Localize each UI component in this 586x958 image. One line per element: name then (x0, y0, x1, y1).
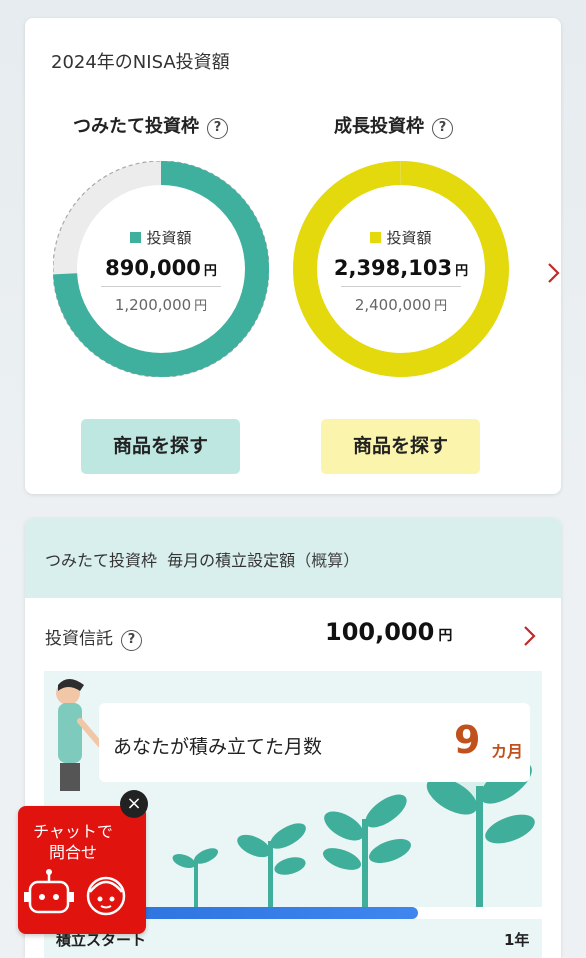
tsumitate-limit: 1,200,000 円 (53, 295, 269, 314)
chat-line2: 問合せ (48, 843, 97, 862)
chat-support-widget[interactable]: チャットで 問合せ (18, 806, 146, 934)
fund-amount-unit: 円 (438, 628, 453, 644)
robot-icon (24, 869, 74, 914)
growth-donut-center: 投資額 2,398,103 円 2,400,000 円 (293, 161, 509, 377)
question-circle-icon[interactable]: ? (432, 118, 453, 139)
sprout-small (172, 848, 219, 907)
investment-trust-label: 投資信託? (45, 624, 142, 651)
legend-swatch (130, 232, 142, 243)
nisa-summary-title: 2024年のNISA投資額 (51, 52, 230, 73)
progress-end-label: 1年 (504, 931, 530, 949)
tsumitate-donut-chart: 投資額 890,000 円 1,200,000 円 (53, 161, 269, 377)
months-unit: カ月 (491, 742, 524, 761)
tsumitate-limit-unit: 円 (194, 299, 208, 314)
person-illustration (56, 679, 107, 791)
sprout-medium (237, 823, 306, 907)
donut-divider (101, 286, 221, 287)
operator-icon (86, 876, 126, 916)
tsumitate-amount-value: 890,000 (105, 256, 201, 280)
tsumitate-find-products-button[interactable]: 商品を探す (81, 419, 240, 474)
question-circle-icon[interactable]: ? (121, 630, 142, 651)
growth-legend: 投資額 (293, 227, 509, 248)
growth-legend-label: 投資額 (386, 229, 432, 247)
months-accumulated-box: あなたが積み立てた月数 9 カ月 (99, 703, 530, 782)
tsumitate-legend-label: 投資額 (146, 229, 192, 247)
close-icon[interactable]: × (120, 790, 148, 818)
fund-label-text: 投資信託 (45, 629, 113, 649)
growth-limit: 2,400,000 円 (293, 295, 509, 314)
monthly-title-suffix: （概算） (295, 551, 360, 570)
growth-amount-unit: 円 (455, 264, 469, 279)
sprout-large (322, 794, 411, 907)
tsumitate-limit-value: 1,200,000 (114, 296, 192, 314)
growth-limit-value: 2,400,000 (354, 296, 432, 314)
fund-amount-value: 100,000 (325, 618, 435, 646)
growth-gauge-title: 成長投資枠? (334, 112, 453, 139)
growth-donut-chart: 投資額 2,398,103 円 2,400,000 円 (293, 161, 509, 377)
growth-find-products-button[interactable]: 商品を探す (321, 419, 480, 474)
growth-amount-value: 2,398,103 (333, 256, 453, 280)
question-circle-icon[interactable]: ? (207, 118, 228, 139)
growth-title-text: 成長投資枠 (334, 116, 424, 137)
monthly-card-header: つみたて投資枠 毎月の積立設定額（概算） (25, 518, 561, 598)
legend-swatch (370, 232, 382, 243)
tsumitate-legend: 投資額 (53, 227, 269, 248)
chevron-right-icon[interactable] (522, 624, 538, 648)
tsumitate-amount-unit: 円 (203, 264, 217, 279)
monthly-card-title: つみたて投資枠 毎月の積立設定額（概算） (45, 547, 359, 571)
tsumitate-amount: 890,000 円 (53, 256, 269, 280)
months-value: 9 (454, 718, 481, 762)
donut-divider (341, 286, 461, 287)
chat-characters (24, 869, 126, 916)
tsumitate-title-text: つみたて投資枠 (73, 116, 199, 137)
monthly-fund-amount: 100,000 円 (325, 618, 452, 646)
tsumitate-donut-center: 投資額 890,000 円 1,200,000 円 (53, 161, 269, 377)
monthly-title-text: つみたて投資枠 毎月の積立設定額 (45, 551, 296, 570)
months-label: あなたが積み立てた月数 (113, 736, 323, 758)
nisa-summary-card: 2024年のNISA投資額 つみたて投資枠? 成長投資枠? 投資額 890,00… (25, 18, 561, 494)
chevron-right-icon[interactable] (546, 261, 562, 285)
tsumitate-gauge-title: つみたて投資枠? (73, 112, 228, 139)
growth-amount: 2,398,103 円 (293, 256, 509, 280)
growth-limit-unit: 円 (434, 299, 448, 314)
